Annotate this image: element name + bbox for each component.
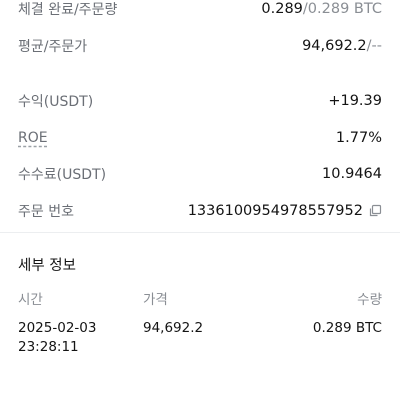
fill-price: 94,692.2 xyxy=(143,320,204,336)
col-amount-header: 수량 xyxy=(357,292,382,308)
fee-value: 10.9464 xyxy=(322,166,382,182)
filled-amount-label: 체결 완료/주문량 xyxy=(18,2,118,18)
order-qty: /0.289 BTC xyxy=(302,1,382,17)
roe-label[interactable]: ROE xyxy=(18,130,48,146)
filled-amount-value: 0.289/0.289 BTC xyxy=(261,1,382,17)
fill-date: 2025-02-03 xyxy=(18,320,97,336)
avg-price: 94,692.2 xyxy=(302,38,367,54)
fee-row: 수수료(USDT) 10.9464 xyxy=(18,162,382,186)
filled-amount-row: 체결 완료/주문량 0.289/0.289 BTC xyxy=(18,0,382,21)
pnl-row: 수익(USDT) +19.39 xyxy=(18,89,382,113)
col-time-header: 시간 xyxy=(18,292,43,308)
avg-price-row: 평균/주문가 94,692.2/-- xyxy=(18,34,382,58)
order-id-value: 1336100954978557952 xyxy=(188,203,382,219)
col-price-header: 가격 xyxy=(143,292,168,308)
copy-icon[interactable] xyxy=(368,204,382,218)
pnl-label: 수익(USDT) xyxy=(18,94,94,110)
roe-value: 1.77% xyxy=(335,130,382,146)
roe-row: ROE 1.77% xyxy=(18,126,382,150)
section-divider xyxy=(0,232,400,233)
order-id-label: 주문 번호 xyxy=(18,204,74,220)
fee-label: 수수료(USDT) xyxy=(18,167,107,183)
order-id-row: 주문 번호 1336100954978557952 xyxy=(18,199,382,223)
fill-time: 23:28:11 xyxy=(18,339,79,355)
avg-price-value: 94,692.2/-- xyxy=(302,38,382,54)
order-price: /-- xyxy=(366,38,382,54)
order-id: 1336100954978557952 xyxy=(187,203,363,219)
fill-amount: 0.289 BTC xyxy=(312,320,382,336)
filled-qty: 0.289 xyxy=(261,1,303,17)
avg-price-label: 평균/주문가 xyxy=(18,39,88,55)
pnl-value: +19.39 xyxy=(328,93,382,109)
details-title: 세부 정보 xyxy=(18,258,76,274)
